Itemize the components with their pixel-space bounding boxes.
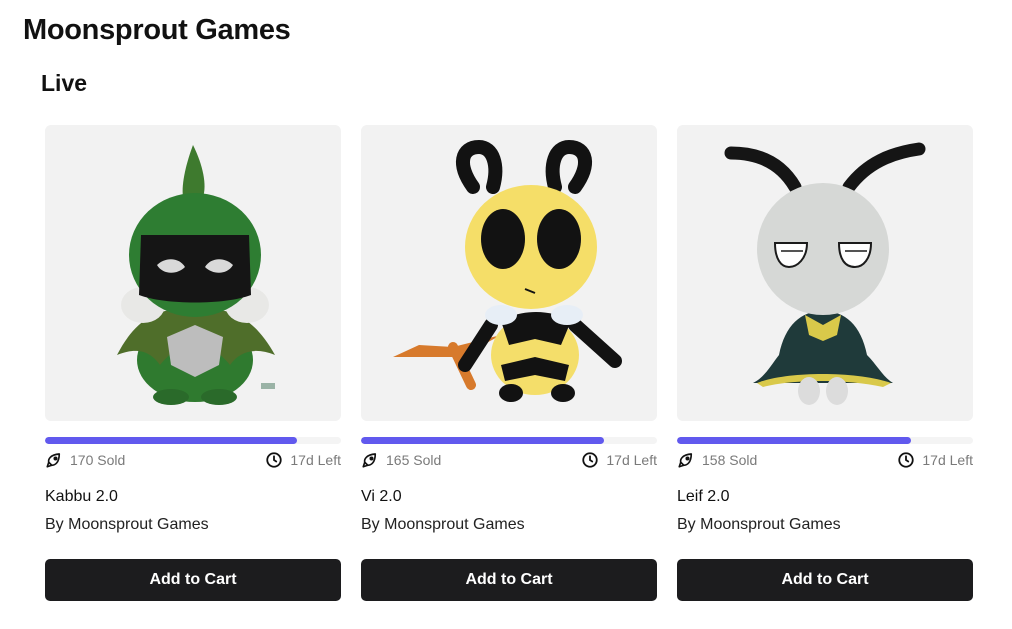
- stats-row: 165 Sold 17d Left: [361, 450, 657, 470]
- store-title: Moonsprout Games: [23, 14, 291, 46]
- product-name[interactable]: Kabbu 2.0: [45, 487, 341, 507]
- add-to-cart-button[interactable]: Add to Cart: [677, 559, 973, 601]
- time-left: 17d Left: [290, 452, 341, 468]
- product-name[interactable]: Vi 2.0: [361, 487, 657, 507]
- page: Moonsprout Games Live 170 Sold 17d Left …: [0, 0, 1012, 629]
- stats-row: 170 Sold 17d Left: [45, 450, 341, 470]
- sold-count: 158 Sold: [702, 452, 758, 468]
- green-beetle-plush-image: [117, 145, 275, 405]
- sales-progress-fill: [677, 437, 911, 444]
- product-image-vi[interactable]: [361, 125, 657, 421]
- sold-count: 170 Sold: [70, 452, 126, 468]
- stats-row: 158 Sold 17d Left: [677, 450, 973, 470]
- sales-progress-fill: [45, 437, 297, 444]
- time-left-stat: 17d Left: [581, 451, 657, 469]
- add-to-cart-button[interactable]: Add to Cart: [45, 559, 341, 601]
- product-grid: 170 Sold 17d Left Kabbu 2.0 By Moonsprou…: [45, 125, 973, 601]
- sold-stat: 170 Sold: [45, 451, 125, 469]
- product-card[interactable]: 170 Sold 17d Left Kabbu 2.0 By Moonsprou…: [45, 125, 341, 601]
- sold-stat: 158 Sold: [677, 451, 757, 469]
- time-left: 17d Left: [922, 452, 973, 468]
- sales-progress-fill: [361, 437, 604, 444]
- sales-progress-bar: [361, 437, 657, 444]
- sales-progress-bar: [677, 437, 973, 444]
- rocket-icon: [45, 451, 63, 469]
- product-image-leif[interactable]: [677, 125, 973, 421]
- yellow-bee-plush-image: [393, 139, 622, 402]
- time-left-stat: 17d Left: [265, 451, 341, 469]
- product-card[interactable]: 158 Sold 17d Left Leif 2.0 By Moonsprout…: [677, 125, 973, 601]
- white-moth-plush-image: [724, 142, 926, 405]
- time-left-stat: 17d Left: [897, 451, 973, 469]
- clock-icon: [897, 451, 915, 469]
- sold-stat: 165 Sold: [361, 451, 441, 469]
- sales-progress-bar: [45, 437, 341, 444]
- product-creator[interactable]: By Moonsprout Games: [361, 515, 657, 535]
- product-creator[interactable]: By Moonsprout Games: [45, 515, 341, 535]
- product-image-kabbu[interactable]: [45, 125, 341, 421]
- rocket-icon: [361, 451, 379, 469]
- time-left: 17d Left: [606, 452, 657, 468]
- sold-count: 165 Sold: [386, 452, 442, 468]
- clock-icon: [265, 451, 283, 469]
- section-title-live: Live: [41, 70, 88, 96]
- product-name[interactable]: Leif 2.0: [677, 487, 973, 507]
- add-to-cart-button[interactable]: Add to Cart: [361, 559, 657, 601]
- clock-icon: [581, 451, 599, 469]
- rocket-icon: [677, 451, 695, 469]
- product-creator[interactable]: By Moonsprout Games: [677, 515, 973, 535]
- product-card[interactable]: 165 Sold 17d Left Vi 2.0 By Moonsprout G…: [361, 125, 657, 601]
